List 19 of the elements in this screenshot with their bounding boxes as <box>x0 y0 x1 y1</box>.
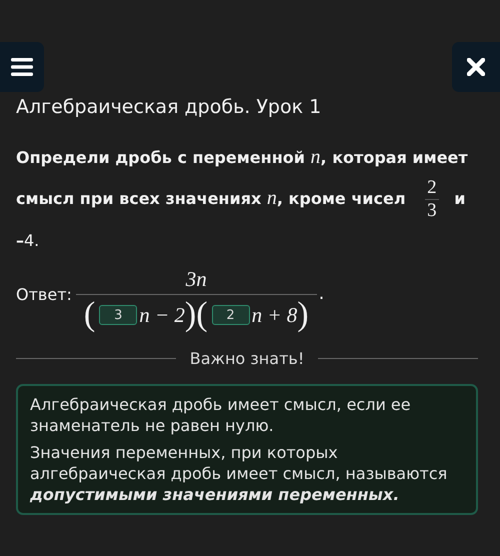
close-button[interactable] <box>452 42 500 92</box>
answer-label: Ответ: <box>16 285 72 304</box>
parenthesis-text: ( <box>84 295 96 335</box>
parenthesis-text: ) <box>184 295 196 335</box>
parenthesis-text: ) <box>297 295 309 335</box>
answer-field[interactable]: 3 <box>99 305 138 325</box>
expression-text: n + 8 <box>252 302 298 328</box>
lesson-title: Алгебраическая дробь. Урок 1 <box>16 96 322 118</box>
section-heading: Важно знать! <box>190 349 304 368</box>
menu-icon <box>11 58 33 76</box>
parenthesis-text: ( <box>196 295 208 335</box>
period-text: . <box>318 283 324 304</box>
menu-button[interactable] <box>0 42 44 92</box>
info-text: Значения переменных, при которых алгебраическая дробь имеет смысл, называются допустимыми значениями переменных. <box>30 442 448 505</box>
expression-text: n − 2 <box>139 302 185 328</box>
numerator-text: 3n <box>76 266 317 295</box>
answer-field[interactable]: 2 <box>212 305 250 325</box>
info-text: Алгебраическая дробь имеет смысл, если ее знаменатель не равен нулю. <box>30 394 412 436</box>
close-icon <box>467 58 485 76</box>
